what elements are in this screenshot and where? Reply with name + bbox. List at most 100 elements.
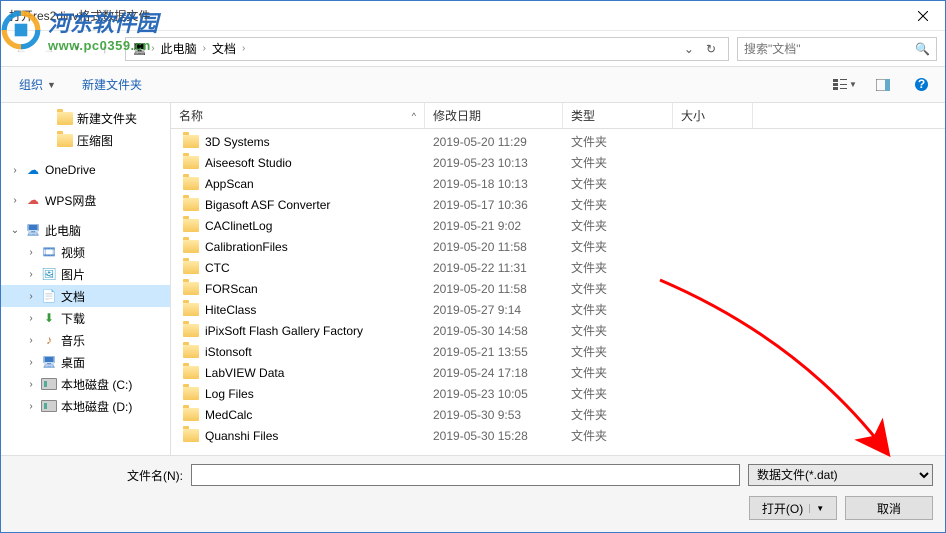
- view-options-button[interactable]: ▼: [831, 73, 859, 97]
- file-name: MedCalc: [205, 408, 252, 422]
- file-row[interactable]: CalibrationFiles2019-05-20 11:58文件夹: [171, 236, 945, 257]
- file-type: 文件夹: [563, 175, 673, 192]
- file-type-filter[interactable]: 数据文件(*.dat): [748, 464, 933, 486]
- folder-icon: [183, 156, 199, 169]
- file-list[interactable]: 3D Systems2019-05-20 11:29文件夹Aiseesoft S…: [171, 129, 945, 455]
- file-date: 2019-05-22 11:31: [425, 261, 563, 275]
- chevron-down-icon: ▼: [47, 80, 56, 90]
- file-row[interactable]: Aiseesoft Studio2019-05-23 10:13文件夹: [171, 152, 945, 173]
- video-icon: 🎞: [41, 244, 57, 260]
- close-button[interactable]: [901, 1, 945, 31]
- close-icon: [918, 11, 928, 21]
- file-type: 文件夹: [563, 343, 673, 360]
- column-header-name[interactable]: 名称 ^: [171, 103, 425, 128]
- file-date: 2019-05-30 9:53: [425, 408, 563, 422]
- file-name: Quanshi Files: [205, 429, 278, 443]
- file-row[interactable]: CTC2019-05-22 11:31文件夹: [171, 257, 945, 278]
- file-row[interactable]: HiteClass2019-05-27 9:14文件夹: [171, 299, 945, 320]
- file-row[interactable]: LabVIEW Data2019-05-24 17:18文件夹: [171, 362, 945, 383]
- tree-item[interactable]: ›📄文档: [1, 285, 170, 307]
- breadcrumb-dropdown[interactable]: ⌄: [678, 42, 700, 56]
- refresh-button[interactable]: ↻: [700, 42, 722, 56]
- tree-item[interactable]: ›⬇下载: [1, 307, 170, 329]
- file-row[interactable]: MedCalc2019-05-30 9:53文件夹: [171, 404, 945, 425]
- tree-item[interactable]: ›🖼图片: [1, 263, 170, 285]
- file-row[interactable]: iStonsoft 2019-05-21 13:55文件夹: [171, 341, 945, 362]
- file-name: CTC: [205, 261, 230, 275]
- file-date: 2019-05-21 13:55: [425, 345, 563, 359]
- history-dropdown[interactable]: ▾: [65, 37, 89, 61]
- file-name: HiteClass: [205, 303, 256, 317]
- tree-item[interactable]: ›🖥桌面: [1, 351, 170, 373]
- preview-pane-button[interactable]: [869, 73, 897, 97]
- tree-item[interactable]: ›♪音乐: [1, 329, 170, 351]
- column-header-size[interactable]: 大小: [673, 103, 753, 128]
- filename-input[interactable]: [191, 464, 740, 486]
- tree-item[interactable]: ›☁OneDrive: [1, 159, 170, 181]
- folder-icon: [183, 324, 199, 337]
- file-name: CalibrationFiles: [205, 240, 288, 254]
- search-box[interactable]: 🔍: [737, 37, 937, 61]
- file-date: 2019-05-20 11:29: [425, 135, 563, 149]
- chevron-icon: ›: [25, 313, 37, 324]
- file-row[interactable]: AppScan2019-05-18 10:13文件夹: [171, 173, 945, 194]
- tree-item[interactable]: ›本地磁盘 (C:): [1, 373, 170, 395]
- folder-icon: [183, 366, 199, 379]
- forward-button[interactable]: →: [37, 37, 61, 61]
- file-name: iStonsoft: [205, 345, 252, 359]
- file-name: 3D Systems: [205, 135, 270, 149]
- tree-label: 视频: [61, 244, 85, 261]
- breadcrumb-item-pc[interactable]: 此电脑: [159, 40, 199, 57]
- bottom-panel: 文件名(N): 数据文件(*.dat) 打开(O) ▼ 取消: [1, 455, 945, 532]
- tree-item[interactable]: ›🎞视频: [1, 241, 170, 263]
- file-date: 2019-05-27 9:14: [425, 303, 563, 317]
- search-icon[interactable]: 🔍: [915, 42, 930, 56]
- tree-item[interactable]: ⌄🖥此电脑: [1, 219, 170, 241]
- folder-icon: [183, 219, 199, 232]
- breadcrumb-item-docs[interactable]: 文档: [210, 40, 238, 57]
- help-icon: ?: [914, 77, 929, 92]
- file-row[interactable]: Bigasoft ASF Converter2019-05-17 10:36文件…: [171, 194, 945, 215]
- help-button[interactable]: ?: [907, 73, 935, 97]
- breadcrumb-bar[interactable]: 🖥 › 此电脑 › 文档 › ⌄ ↻: [125, 37, 729, 61]
- tree-label: 图片: [61, 266, 85, 283]
- column-header-type[interactable]: 类型: [563, 103, 673, 128]
- onedrive-icon: ☁: [25, 162, 41, 178]
- cancel-button[interactable]: 取消: [845, 496, 933, 520]
- breadcrumb-sep: ›: [147, 43, 158, 54]
- file-name: Bigasoft ASF Converter: [205, 198, 330, 212]
- chevron-icon: ›: [25, 379, 37, 390]
- search-input[interactable]: [744, 42, 915, 56]
- new-folder-button[interactable]: 新建文件夹: [74, 72, 150, 97]
- filename-label: 文件名(N):: [13, 467, 183, 484]
- folder-icon: [57, 132, 73, 148]
- sidebar-tree[interactable]: 新建文件夹压缩图›☁OneDrive›☁WPS网盘⌄🖥此电脑›🎞视频›🖼图片›📄…: [1, 103, 171, 455]
- file-row[interactable]: 3D Systems 2019-05-20 11:29文件夹: [171, 131, 945, 152]
- tree-label: 文档: [61, 288, 85, 305]
- column-headers: 名称 ^ 修改日期 类型 大小: [171, 103, 945, 129]
- desk-icon: 🖥: [41, 354, 57, 370]
- tree-item[interactable]: 压缩图: [1, 129, 170, 151]
- chevron-icon: ⌄: [9, 225, 21, 236]
- tree-item[interactable]: ›☁WPS网盘: [1, 189, 170, 211]
- svg-text:?: ?: [917, 77, 924, 91]
- folder-icon: [183, 429, 199, 442]
- chevron-icon: ›: [25, 269, 37, 280]
- file-type: 文件夹: [563, 133, 673, 150]
- file-row[interactable]: Quanshi Files2019-05-30 15:28文件夹: [171, 425, 945, 446]
- file-row[interactable]: Log Files2019-05-23 10:05文件夹: [171, 383, 945, 404]
- file-type: 文件夹: [563, 217, 673, 234]
- file-row[interactable]: FORScan2019-05-20 11:58文件夹: [171, 278, 945, 299]
- file-row[interactable]: iPixSoft Flash Gallery Factory2019-05-30…: [171, 320, 945, 341]
- file-row[interactable]: CAClinetLog2019-05-21 9:02文件夹: [171, 215, 945, 236]
- folder-icon: [183, 198, 199, 211]
- back-button[interactable]: ←: [9, 37, 33, 61]
- tree-item[interactable]: ›本地磁盘 (D:): [1, 395, 170, 417]
- organize-button[interactable]: 组织 ▼: [11, 72, 64, 97]
- folder-icon: [183, 303, 199, 316]
- up-button[interactable]: ↑: [93, 37, 117, 61]
- column-header-date[interactable]: 修改日期: [425, 103, 563, 128]
- open-button[interactable]: 打开(O) ▼: [749, 496, 837, 520]
- tree-item[interactable]: 新建文件夹: [1, 107, 170, 129]
- tree-label: 音乐: [61, 332, 85, 349]
